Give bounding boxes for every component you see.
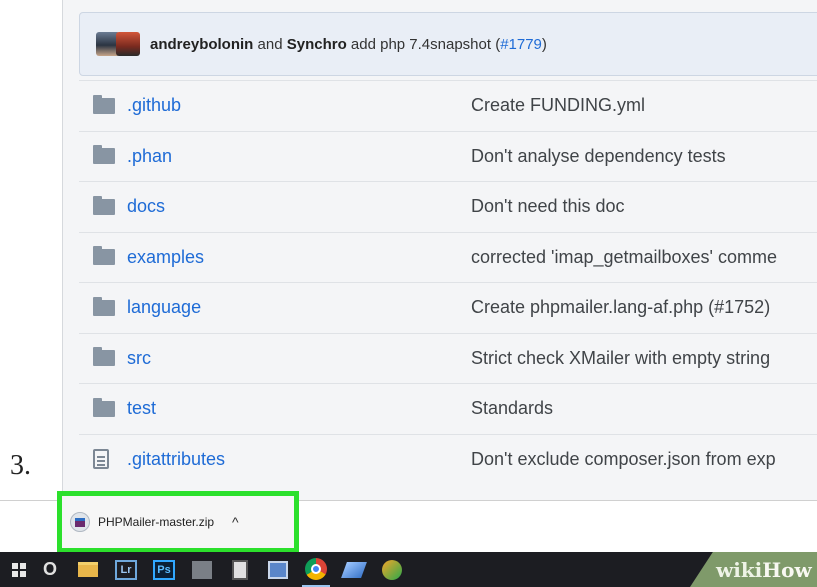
file-list: .github Create FUNDING.yml .phan Don't a… bbox=[79, 80, 817, 484]
file-commit-message[interactable]: Strict check XMailer with empty string bbox=[471, 348, 770, 369]
avatar[interactable] bbox=[116, 32, 140, 56]
folder-icon bbox=[93, 347, 117, 367]
file-commit-message[interactable]: Create FUNDING.yml bbox=[471, 95, 645, 116]
file-row[interactable]: .gitattributes Don't exclude composer.js… bbox=[79, 433, 817, 485]
commit-author-link[interactable]: andreybolonin bbox=[150, 36, 253, 53]
repository-file-panel: andreybolonin and Synchro add php 7.4sna… bbox=[62, 0, 817, 500]
pen-app-icon[interactable] bbox=[340, 556, 368, 584]
folder-icon bbox=[93, 195, 117, 215]
step-number: 3. bbox=[10, 450, 31, 481]
download-item-highlighted[interactable]: PHPMailer-master.zip ^ bbox=[57, 491, 299, 553]
file-row[interactable]: .phan Don't analyse dependency tests bbox=[79, 130, 817, 182]
file-commit-message[interactable]: Don't analyse dependency tests bbox=[471, 146, 726, 167]
search-icon[interactable]: O bbox=[36, 556, 64, 584]
lightroom-icon[interactable]: Lr bbox=[112, 556, 140, 584]
chrome-icon[interactable] bbox=[302, 553, 330, 587]
commit-close-paren: ) bbox=[541, 35, 547, 53]
commit-joiner-text: and bbox=[253, 35, 287, 53]
watermark-how: How bbox=[762, 557, 812, 582]
file-name-link[interactable]: docs bbox=[127, 196, 471, 217]
lightroom-label: Lr bbox=[115, 559, 137, 580]
commit-coauthor-link[interactable]: Synchro bbox=[287, 36, 347, 53]
windows-start-icon[interactable] bbox=[12, 562, 26, 577]
watermark-wiki: wiki bbox=[716, 557, 763, 582]
file-row[interactable]: test Standards bbox=[79, 383, 817, 434]
file-commit-message[interactable]: Don't exclude composer.json from exp bbox=[471, 449, 776, 470]
file-icon bbox=[93, 449, 117, 470]
image-viewer-icon[interactable] bbox=[264, 556, 292, 584]
author-avatars bbox=[96, 32, 140, 56]
file-row[interactable]: src Strict check XMailer with empty stri… bbox=[79, 332, 817, 384]
file-row[interactable]: examples corrected 'imap_getmailboxes' c… bbox=[79, 231, 817, 283]
latest-commit-bar: andreybolonin and Synchro add php 7.4sna… bbox=[79, 12, 817, 76]
photoshop-label: Ps bbox=[153, 559, 175, 580]
file-row[interactable]: docs Don't need this doc bbox=[79, 181, 817, 232]
file-name-link[interactable]: .phan bbox=[127, 146, 471, 167]
file-name-link[interactable]: .github bbox=[127, 95, 471, 116]
file-commit-message[interactable]: Create phpmailer.lang-af.php (#1752) bbox=[471, 297, 770, 318]
file-name-link[interactable]: language bbox=[127, 297, 471, 318]
game-app-icon[interactable] bbox=[378, 556, 406, 584]
file-row[interactable]: .github Create FUNDING.yml bbox=[79, 80, 817, 131]
app-icon[interactable] bbox=[188, 556, 216, 584]
file-name-link[interactable]: src bbox=[127, 348, 471, 369]
file-name-link[interactable]: examples bbox=[127, 247, 471, 268]
file-explorer-icon[interactable] bbox=[74, 556, 102, 584]
file-commit-message[interactable]: Standards bbox=[471, 398, 553, 419]
chevron-up-icon[interactable]: ^ bbox=[232, 514, 239, 530]
folder-icon bbox=[93, 94, 117, 114]
zip-archive-icon bbox=[70, 512, 90, 532]
folder-icon bbox=[93, 246, 117, 266]
folder-icon bbox=[93, 145, 117, 165]
file-name-link[interactable]: .gitattributes bbox=[127, 449, 471, 470]
file-commit-message[interactable]: Don't need this doc bbox=[471, 196, 625, 217]
commit-message[interactable]: add php 7.4snapshot ( bbox=[347, 36, 500, 53]
commit-pr-link[interactable]: #1779 bbox=[500, 36, 542, 53]
file-name-link[interactable]: test bbox=[127, 398, 471, 419]
download-filename[interactable]: PHPMailer-master.zip bbox=[98, 515, 232, 529]
file-row[interactable]: language Create phpmailer.lang-af.php (#… bbox=[79, 282, 817, 333]
folder-icon bbox=[93, 296, 117, 316]
photoshop-icon[interactable]: Ps bbox=[150, 556, 178, 584]
folder-icon bbox=[93, 397, 117, 417]
file-commit-message[interactable]: corrected 'imap_getmailboxes' comme bbox=[471, 247, 777, 268]
calculator-icon[interactable] bbox=[226, 556, 254, 584]
